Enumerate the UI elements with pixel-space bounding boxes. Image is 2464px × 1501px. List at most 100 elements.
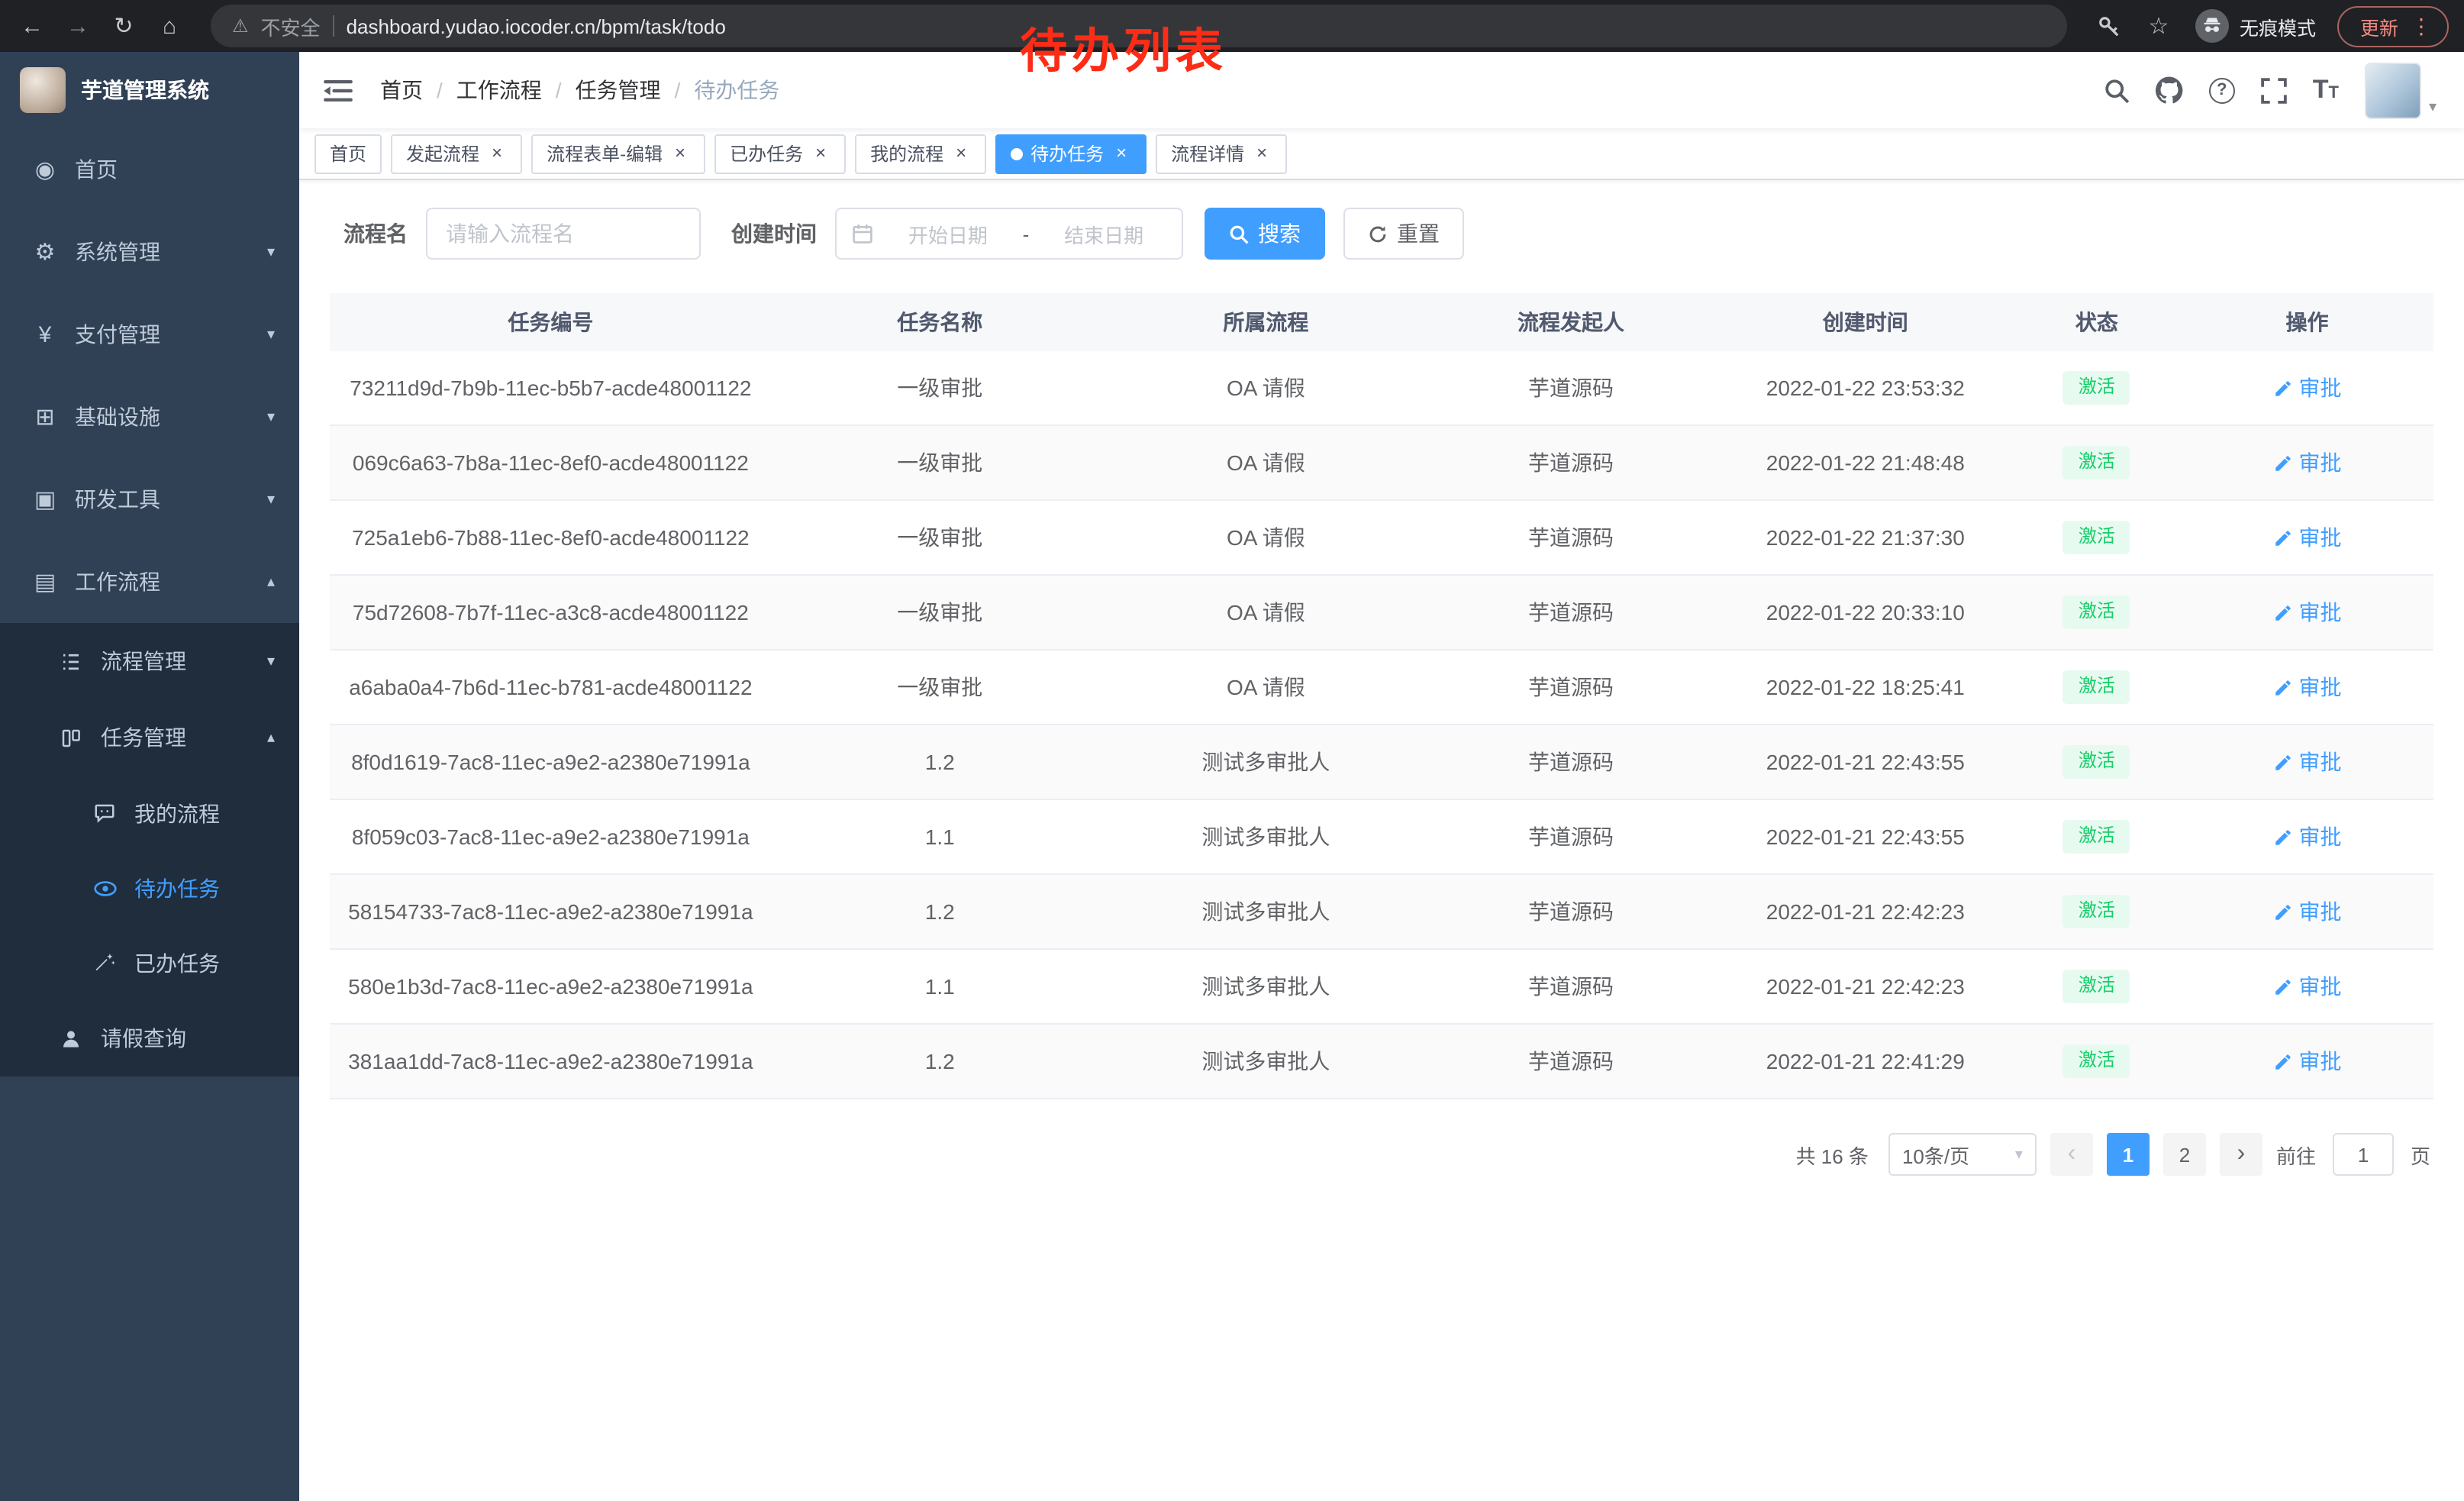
close-icon[interactable]: × bbox=[811, 144, 830, 163]
table-row[interactable]: 069c6a63-7b8a-11ec-8ef0-acde48001122 一级审… bbox=[330, 426, 2433, 501]
table-row[interactable]: 58154733-7ac8-11ec-a9e2-a2380e71991a 1.2… bbox=[330, 875, 2433, 950]
close-icon[interactable]: × bbox=[670, 144, 690, 163]
column-header-initiator[interactable]: 流程发起人 bbox=[1424, 293, 1718, 351]
tab-done-tasks[interactable]: 已办任务 × bbox=[714, 134, 846, 173]
initiator-cell: 芋道源码 bbox=[1424, 576, 1718, 649]
column-header-task-name[interactable]: 任务名称 bbox=[772, 293, 1108, 351]
process-cell: OA 请假 bbox=[1108, 650, 1424, 724]
approve-link[interactable]: 审批 bbox=[2273, 747, 2342, 777]
close-icon[interactable]: × bbox=[487, 144, 507, 163]
avatar[interactable] bbox=[2365, 62, 2421, 118]
approve-link[interactable]: 审批 bbox=[2273, 672, 2342, 702]
approve-link[interactable]: 审批 bbox=[2273, 896, 2342, 927]
sidebar-item-task-mgmt[interactable]: 任务管理 ▴ bbox=[0, 699, 299, 776]
sidebar-item-label: 已办任务 bbox=[134, 947, 220, 978]
help-icon[interactable]: ? bbox=[2209, 77, 2235, 103]
search-icon[interactable] bbox=[2104, 77, 2130, 103]
home-icon[interactable]: ⌂ bbox=[153, 13, 186, 39]
close-icon[interactable]: × bbox=[1252, 144, 1272, 163]
approve-link[interactable]: 审批 bbox=[2273, 522, 2342, 553]
password-key-icon[interactable] bbox=[2091, 15, 2128, 37]
page-size-select[interactable]: 10条/页 ▾ bbox=[1888, 1133, 2037, 1176]
sidebar-item-payment[interactable]: ¥ 支付管理 ▾ bbox=[0, 293, 299, 376]
table-row[interactable]: 725a1eb6-7b88-11ec-8ef0-acde48001122 一级审… bbox=[330, 501, 2433, 576]
back-icon[interactable]: ← bbox=[15, 13, 49, 39]
fullscreen-icon[interactable] bbox=[2261, 77, 2287, 103]
column-header-process[interactable]: 所属流程 bbox=[1108, 293, 1424, 351]
tab-start-process[interactable]: 发起流程 × bbox=[391, 134, 522, 173]
reset-button[interactable]: 重置 bbox=[1343, 208, 1464, 260]
page-1-button[interactable]: 1 bbox=[2107, 1133, 2150, 1176]
address-bar[interactable]: ⚠ 不安全 dashboard.yudao.iocoder.cn/bpm/tas… bbox=[211, 5, 2067, 47]
approve-link[interactable]: 审批 bbox=[2273, 1046, 2342, 1077]
status-cell: 激活 bbox=[2013, 501, 2181, 574]
tab-label: 已办任务 bbox=[730, 140, 803, 166]
update-button[interactable]: 更新 ⋮ bbox=[2337, 5, 2449, 47]
page-2-button[interactable]: 2 bbox=[2163, 1133, 2206, 1176]
sidebar-item-dev-tools[interactable]: ▣ 研发工具 ▾ bbox=[0, 458, 299, 541]
app-logo[interactable]: 芋道管理系统 bbox=[0, 52, 299, 128]
sidebar-item-workflow[interactable]: ▤ 工作流程 ▴ bbox=[0, 541, 299, 623]
table-row[interactable]: 580e1b3d-7ac8-11ec-a9e2-a2380e71991a 1.1… bbox=[330, 950, 2433, 1025]
approve-link[interactable]: 审批 bbox=[2273, 447, 2342, 478]
sidebar-item-system[interactable]: ⚙ 系统管理 ▾ bbox=[0, 211, 299, 293]
filter-bar: 流程名 创建时间 开始日期 - 结束日期 搜索 bbox=[330, 208, 2433, 260]
status-badge: 激活 bbox=[2063, 745, 2130, 778]
sidebar-item-my-process[interactable]: 我的流程 bbox=[0, 776, 299, 851]
approve-link[interactable]: 审批 bbox=[2273, 373, 2342, 403]
status-badge: 激活 bbox=[2063, 970, 2130, 1002]
page-size-value: 10条/页 bbox=[1902, 1140, 1969, 1169]
tab-my-process[interactable]: 我的流程 × bbox=[855, 134, 986, 173]
column-header-create-time[interactable]: 创建时间 bbox=[1718, 293, 2013, 351]
font-size-icon[interactable]: TT bbox=[2313, 75, 2339, 105]
sidebar-item-leave-query[interactable]: 请假查询 bbox=[0, 1000, 299, 1077]
goto-page-input[interactable] bbox=[2333, 1133, 2394, 1176]
forward-icon[interactable]: → bbox=[61, 13, 95, 39]
column-header-task-id[interactable]: 任务编号 bbox=[330, 293, 772, 351]
close-icon[interactable]: × bbox=[1111, 144, 1131, 163]
next-page-button[interactable]: › bbox=[2220, 1133, 2262, 1176]
process-name-input[interactable] bbox=[426, 208, 701, 260]
bookmark-star-icon[interactable]: ☆ bbox=[2140, 12, 2177, 40]
update-label: 更新 bbox=[2360, 11, 2398, 40]
table-row[interactable]: a6aba0a4-7b6d-11ec-b781-acde48001122 一级审… bbox=[330, 650, 2433, 725]
security-warning-icon[interactable]: ⚠ bbox=[232, 15, 249, 37]
process-cell: OA 请假 bbox=[1108, 351, 1424, 424]
table-row[interactable]: 75d72608-7b7f-11ec-a3c8-acde48001122 一级审… bbox=[330, 576, 2433, 650]
hamburger-icon[interactable] bbox=[299, 79, 377, 102]
search-button-label: 搜索 bbox=[1258, 218, 1301, 249]
table-row[interactable]: 8f0d1619-7ac8-11ec-a9e2-a2380e71991a 1.2… bbox=[330, 725, 2433, 800]
breadcrumb-item[interactable]: 首页 bbox=[380, 75, 423, 105]
prev-page-button[interactable]: ‹ bbox=[2050, 1133, 2093, 1176]
table-row[interactable]: 73211d9d-7b9b-11ec-b5b7-acde48001122 一级审… bbox=[330, 351, 2433, 426]
search-button[interactable]: 搜索 bbox=[1205, 208, 1325, 260]
status-badge: 激活 bbox=[2063, 895, 2130, 928]
sidebar-item-process-mgmt[interactable]: 流程管理 ▾ bbox=[0, 623, 299, 699]
todo-table: 任务编号 任务名称 所属流程 流程发起人 创建时间 状态 操作 73211d9d… bbox=[330, 293, 2433, 1099]
breadcrumb-item[interactable]: 工作流程 bbox=[456, 75, 542, 105]
approve-link[interactable]: 审批 bbox=[2273, 971, 2342, 1002]
tab-process-detail[interactable]: 流程详情 × bbox=[1156, 134, 1287, 173]
close-icon[interactable]: × bbox=[951, 144, 971, 163]
sidebar-item-infrastructure[interactable]: ⊞ 基础设施 ▾ bbox=[0, 376, 299, 458]
tab-form-edit[interactable]: 流程表单-编辑 × bbox=[531, 134, 705, 173]
table-row[interactable]: 8f059c03-7ac8-11ec-a9e2-a2380e71991a 1.1… bbox=[330, 800, 2433, 875]
column-header-status[interactable]: 状态 bbox=[2013, 293, 2181, 351]
chevron-down-icon: ▾ bbox=[2015, 1146, 2023, 1163]
sidebar-item-done-tasks[interactable]: 已办任务 bbox=[0, 925, 299, 1000]
sidebar-item-home[interactable]: ◉ 首页 bbox=[0, 128, 299, 211]
status-badge: 激活 bbox=[2063, 521, 2130, 554]
browser-menu-icon[interactable]: ⋮ bbox=[2411, 13, 2432, 39]
tab-todo-tasks[interactable]: 待办任务 × bbox=[995, 134, 1147, 173]
breadcrumb-item[interactable]: 任务管理 bbox=[576, 75, 661, 105]
approve-link[interactable]: 审批 bbox=[2273, 597, 2342, 628]
table-row[interactable]: 381aa1dd-7ac8-11ec-a9e2-a2380e71991a 1.2… bbox=[330, 1025, 2433, 1099]
date-range-picker[interactable]: 开始日期 - 结束日期 bbox=[835, 208, 1183, 260]
reload-icon[interactable]: ↻ bbox=[107, 12, 140, 40]
user-menu[interactable]: ▾ bbox=[2365, 62, 2437, 118]
approve-link[interactable]: 审批 bbox=[2273, 822, 2342, 852]
sidebar-item-todo-tasks[interactable]: 待办任务 bbox=[0, 851, 299, 925]
tab-home[interactable]: 首页 bbox=[314, 134, 382, 173]
github-icon[interactable] bbox=[2156, 76, 2183, 104]
column-header-actions[interactable]: 操作 bbox=[2181, 293, 2433, 351]
